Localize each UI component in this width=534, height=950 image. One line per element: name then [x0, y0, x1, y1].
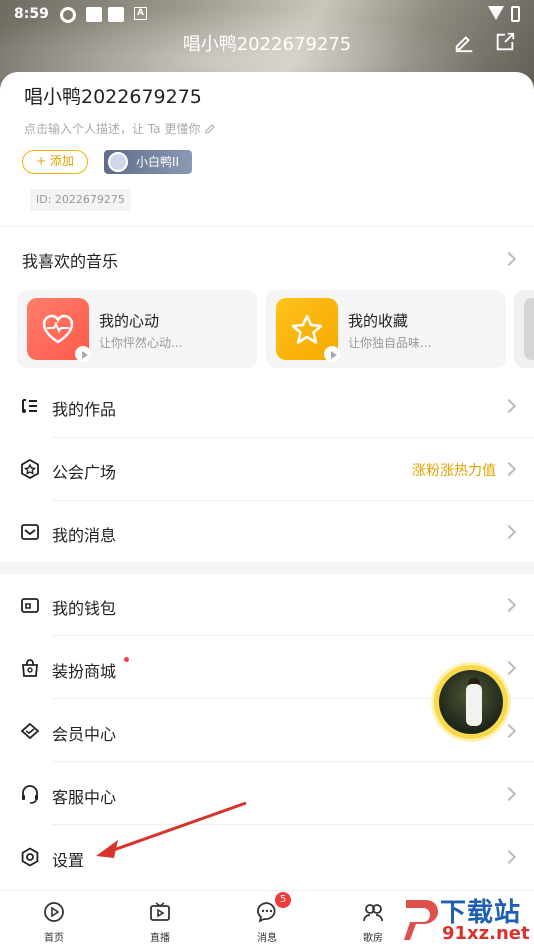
divider [52, 761, 534, 762]
edit-icon[interactable] [453, 31, 475, 53]
room-icon [363, 904, 383, 922]
message-count-badge: 5 [275, 892, 291, 908]
favorites-title[interactable]: 我喜欢的音乐 [22, 248, 118, 272]
notification-icon [108, 7, 124, 22]
chevron-right-icon [501, 849, 517, 865]
tv-icon [150, 902, 170, 921]
floating-avatar-button[interactable] [434, 665, 508, 739]
shop-bag-icon [22, 659, 38, 677]
tab-home[interactable]: 首页 [14, 891, 94, 950]
profile-description-text: 点击输入个人描述，让 Ta 更懂你 [24, 122, 201, 136]
home-play-icon [44, 902, 64, 922]
fav-card-heartbeat[interactable]: 我的心动 让你怦然心动... [17, 290, 257, 368]
sync-icon [60, 7, 76, 23]
chat-bubble-icon [257, 902, 276, 923]
mail-icon [21, 524, 39, 540]
gem-icon [108, 152, 128, 172]
tab-messages[interactable]: 5 消息 [227, 891, 307, 950]
a-icon: A [134, 7, 147, 20]
pencil-icon [205, 124, 215, 134]
divider [52, 437, 534, 438]
divider [52, 824, 534, 825]
fav-card-collection[interactable]: 我的收藏 让你独自品味... [266, 290, 506, 368]
section-gap [0, 562, 534, 574]
watermark-logo: 下载站 91xz.net [394, 890, 534, 950]
add-tag-button[interactable]: + 添加 [22, 150, 88, 174]
chevron-right-icon [501, 461, 517, 477]
headset-icon [22, 785, 38, 804]
tab-label: 消息 [257, 933, 277, 944]
vip-diamond-icon [20, 722, 40, 740]
watermark-url: 91xz.net [442, 923, 530, 944]
guild-icon [21, 459, 39, 479]
menu-label: 设置 [52, 851, 85, 870]
music-list-icon [22, 399, 37, 413]
profile-username: 唱小鸭2022679275 [24, 86, 202, 108]
chevron-right-icon [501, 524, 517, 540]
fav-card-title: 我的收藏 [348, 312, 409, 330]
wifi-icon [488, 6, 504, 20]
heart-pulse-icon [27, 298, 91, 362]
play-icon [324, 346, 340, 362]
menu-label: 我的消息 [52, 526, 117, 545]
battery-icon [511, 6, 520, 22]
profile-description[interactable]: 点击输入个人描述，让 Ta 更懂你 [24, 120, 216, 137]
menu-label: 会员中心 [52, 725, 117, 744]
status-time: 8:59 [14, 6, 49, 22]
fav-card-peek[interactable] [514, 290, 534, 368]
chevron-right-icon [501, 251, 517, 267]
divider [0, 226, 534, 227]
menu-label: 公会广场 [52, 463, 117, 482]
chevron-right-icon [501, 786, 517, 802]
menu-label: 客服中心 [52, 788, 117, 807]
menu-label: 装扮商城 [52, 662, 117, 681]
status-bar: 8:59 A [0, 0, 534, 28]
tab-label: 首页 [44, 933, 64, 944]
notification-icon [86, 7, 102, 22]
fav-card-title: 我的心动 [99, 312, 160, 330]
fav-card-subtitle: 让你怦然心动... [99, 336, 183, 350]
divider [52, 500, 534, 501]
fav-card-subtitle: 让你独自品味... [348, 336, 432, 350]
star-icon [276, 298, 340, 362]
tab-label: 直播 [150, 933, 170, 944]
menu-label: 我的钱包 [52, 599, 117, 618]
share-icon[interactable] [494, 31, 516, 53]
guild-promo-text: 涨粉涨热力值 [412, 463, 496, 479]
menu-label: 我的作品 [52, 400, 117, 419]
chevron-right-icon [501, 597, 517, 613]
tab-live[interactable]: 直播 [120, 891, 200, 950]
settings-gear-icon [21, 847, 39, 867]
chevron-right-icon [501, 398, 517, 414]
play-icon [75, 346, 91, 362]
wallet-icon [21, 598, 39, 613]
user-id: ID: 2022679275 [30, 189, 131, 211]
new-dot-indicator [124, 657, 129, 662]
watermark-mark-icon [404, 900, 438, 940]
chevron-right-icon [501, 723, 517, 739]
divider [52, 635, 534, 636]
profile-card: 唱小鸭2022679275 点击输入个人描述，让 Ta 更懂你 + 添加 小白鸭… [0, 72, 534, 890]
chevron-right-icon [501, 660, 517, 676]
